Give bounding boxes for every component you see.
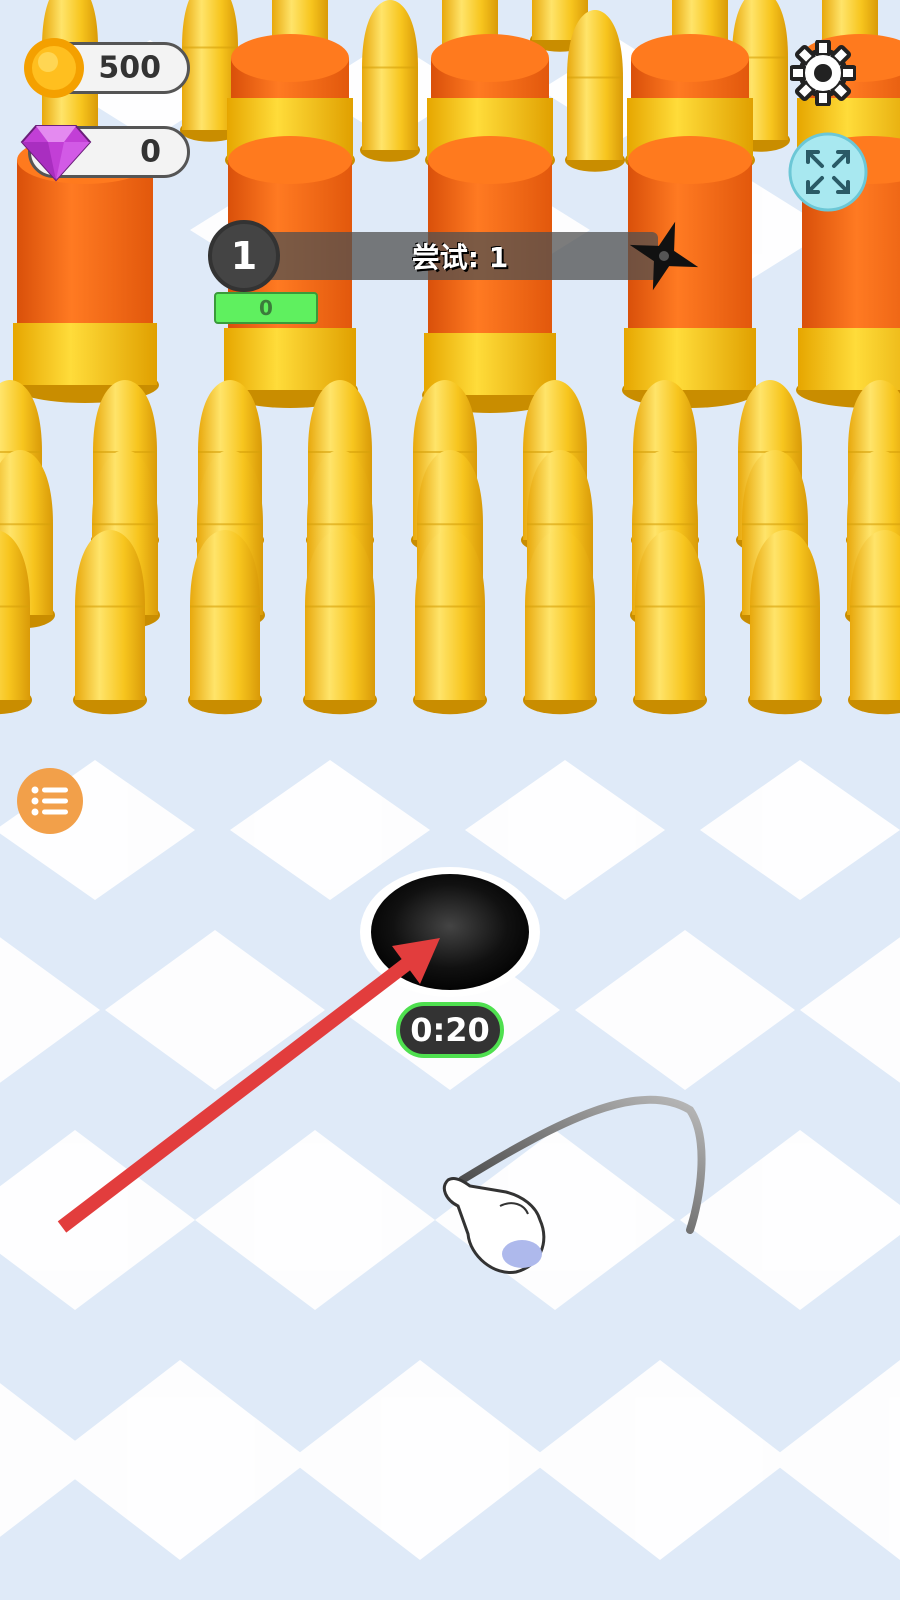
- gem-count: 0: [140, 134, 161, 170]
- bullet: [523, 530, 597, 715]
- bullet: [413, 530, 487, 715]
- bullet: [188, 530, 262, 715]
- game-stage[interactable]: 500 0 尝试: 1 1 0 0:20: [0, 0, 900, 1600]
- bullet: [565, 10, 625, 172]
- menu-button[interactable]: [17, 768, 83, 834]
- gem-icon: [20, 125, 92, 182]
- list-icon: [31, 786, 68, 816]
- bullet: [748, 530, 822, 715]
- progress-value: 0: [259, 296, 273, 320]
- bullet-rows-front: [0, 380, 900, 715]
- shuriken-icon: [629, 221, 699, 291]
- hole-timer: 0:20: [396, 1002, 504, 1058]
- gear-icon[interactable]: [790, 40, 856, 106]
- coin-count: 500: [98, 50, 161, 86]
- level-progress: 0: [214, 292, 318, 324]
- bullet: [633, 530, 707, 715]
- level-badge: 1: [208, 220, 280, 292]
- bullet: [73, 530, 147, 715]
- coin-icon: [24, 38, 84, 98]
- bullet: [360, 0, 420, 162]
- attempt-label: 尝试: 1: [411, 241, 509, 274]
- expand-icon[interactable]: [788, 132, 868, 212]
- timer-value: 0:20: [410, 1011, 490, 1049]
- bullet: [303, 530, 377, 715]
- attempt-bar: 尝试: 1: [262, 232, 658, 280]
- level-number: 1: [230, 234, 258, 278]
